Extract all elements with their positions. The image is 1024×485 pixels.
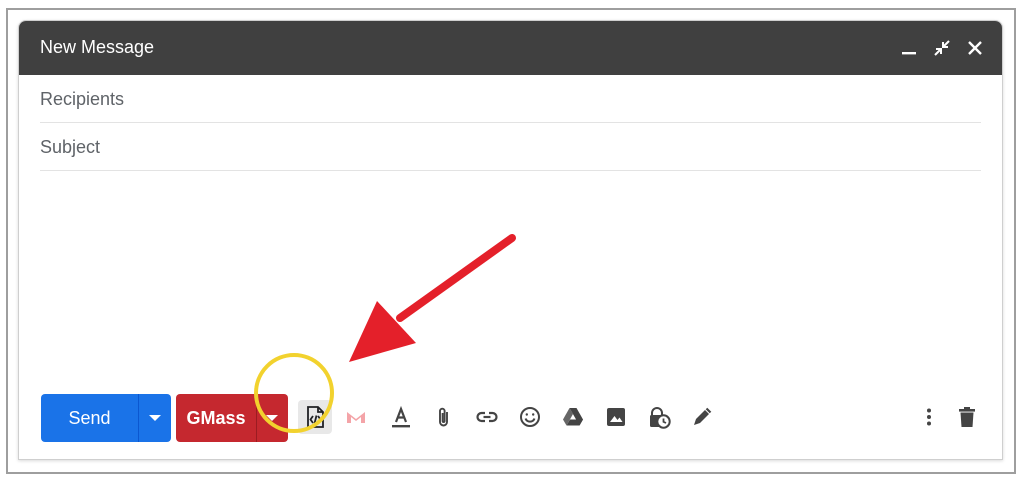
- compose-title: New Message: [40, 37, 155, 57]
- send-options-dropdown[interactable]: [139, 394, 171, 442]
- close-icon[interactable]: [964, 37, 986, 59]
- exit-fullscreen-icon[interactable]: [931, 37, 953, 59]
- emoji-icon[interactable]: [516, 403, 544, 431]
- gmass-logo-icon[interactable]: [342, 403, 370, 431]
- gmass-settings-dropdown[interactable]: [257, 394, 288, 442]
- recipients-placeholder: Recipients: [40, 89, 125, 109]
- recipients-field[interactable]: Recipients: [40, 75, 981, 123]
- subject-placeholder: Subject: [40, 137, 101, 157]
- send-button[interactable]: Send: [41, 394, 138, 442]
- dropdown-arrow-icon: [149, 415, 161, 421]
- html-code-icon[interactable]: [298, 400, 332, 434]
- minimize-icon[interactable]: [898, 37, 920, 59]
- send-button-group: Send: [41, 394, 171, 442]
- signature-icon[interactable]: [688, 403, 716, 431]
- attach-icon[interactable]: [430, 403, 458, 431]
- gmass-button-group: GMass: [176, 394, 288, 442]
- subject-field[interactable]: Subject: [40, 123, 981, 171]
- compose-header: New Message: [19, 21, 1002, 75]
- gmass-button[interactable]: GMass: [176, 394, 256, 442]
- drive-icon[interactable]: [559, 403, 587, 431]
- trash-icon[interactable]: [953, 403, 981, 431]
- format-text-icon[interactable]: [387, 403, 415, 431]
- confidential-mode-icon[interactable]: [645, 403, 673, 431]
- dropdown-arrow-icon: [266, 415, 278, 421]
- message-body[interactable]: [40, 173, 981, 383]
- image-icon[interactable]: [602, 403, 630, 431]
- link-icon[interactable]: [473, 403, 501, 431]
- more-options-icon[interactable]: [915, 403, 943, 431]
- compose-window: New Message Recipients Subject Send GMas…: [18, 20, 1003, 460]
